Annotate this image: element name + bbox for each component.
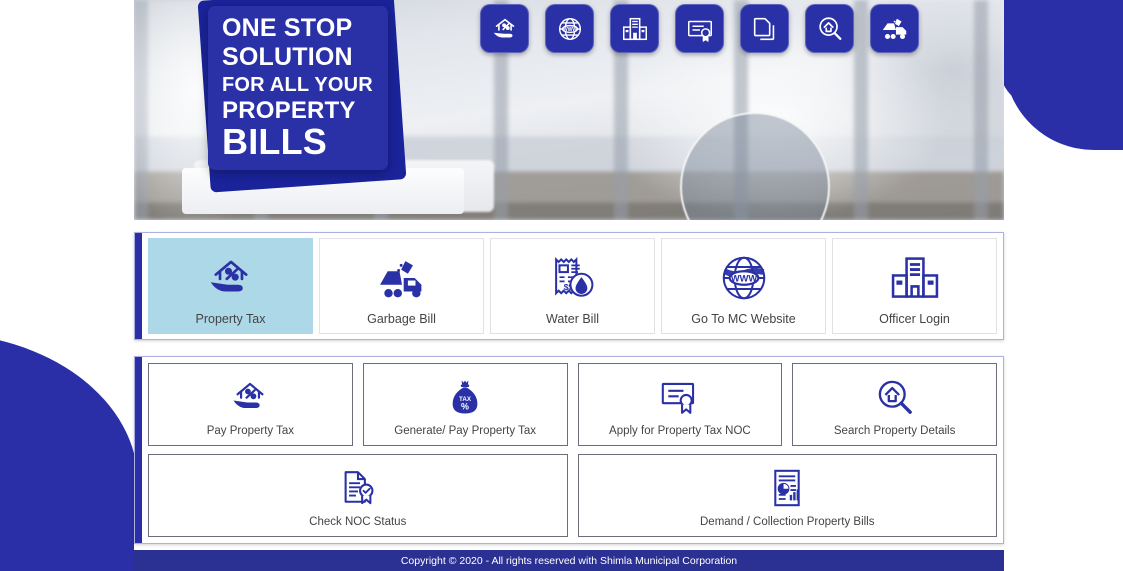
card-generate-pay-property-tax[interactable]: TAX % Generate/ Pay Property Tax [362, 363, 568, 446]
www-globe-icon: WWW [545, 4, 594, 53]
hero-banner: ONE STOP SOLUTION FOR ALL YOUR PROPERTY … [134, 0, 1004, 220]
headline-line-5: BILLS [222, 121, 327, 162]
card-label: Demand / Collection Property Bills [700, 515, 875, 528]
card-label: Pay Property Tax [206, 424, 295, 437]
headline-line-4: PROPERTY [222, 97, 356, 124]
tax-money-bag-icon: TAX % [443, 373, 487, 419]
tab-label: Water Bill [545, 311, 599, 326]
tab-go-to-mc-website[interactable]: WWW Go To MC Website [661, 238, 826, 334]
card-label: Check NOC Status [309, 515, 407, 528]
certificate-icon [675, 4, 724, 53]
water-bill-receipt-icon: $$ [546, 247, 600, 305]
tab-label: Officer Login [879, 311, 950, 326]
decorative-blob-left [0, 333, 138, 571]
decorative-blob-right [1000, 0, 1123, 150]
documents-icon [740, 4, 789, 53]
tab-label: Property Tax [195, 311, 266, 326]
search-home-icon [805, 4, 854, 53]
services-row-2: Check NOC Status Demand / Collection Pro… [148, 454, 997, 537]
certificate-icon [658, 373, 702, 419]
page-root: ONE STOP SOLUTION FOR ALL YOUR PROPERTY … [0, 0, 1123, 571]
card-label: Search Property Details [833, 424, 956, 437]
document-check-seal-icon [336, 464, 380, 510]
banner-headline-plaque: ONE STOP SOLUTION FOR ALL YOUR PROPERTY … [208, 6, 388, 170]
services-row-1: Pay Property Tax TAX % Generate/ Pay Pro… [148, 363, 997, 446]
hand-house-percent-icon [204, 247, 258, 305]
card-apply-for-property-tax-noc[interactable]: Apply for Property Tax NOC [577, 363, 783, 446]
card-search-property-details[interactable]: Search Property Details [792, 363, 997, 446]
content-wrapper: ONE STOP SOLUTION FOR ALL YOUR PROPERTY … [134, 0, 1004, 571]
footer-bar: Copyright © 2020 - All rights reserved w… [134, 550, 1004, 571]
hand-house-percent-icon [228, 373, 272, 419]
tab-officer-login[interactable]: Officer Login [832, 238, 997, 334]
building-icon [610, 4, 659, 53]
services-section: Pay Property Tax TAX % Generate/ Pay Pro… [134, 356, 1004, 544]
quick-links-section: Property Tax Garbage Bill $$ Water Bill … [134, 232, 1004, 340]
card-check-noc-status[interactable]: Check NOC Status [148, 454, 568, 537]
hand-house-percent-icon [480, 4, 529, 53]
tab-label: Go To MC Website [691, 311, 796, 326]
tab-garbage-bill[interactable]: Garbage Bill [319, 238, 484, 334]
garbage-truck-icon [870, 4, 919, 53]
card-demand-collection-property-bills[interactable]: Demand / Collection Property Bills [577, 454, 997, 537]
svg-text:%: % [461, 401, 469, 411]
quick-links-row: Property Tax Garbage Bill $$ Water Bill … [148, 238, 997, 334]
headline-line-3: FOR ALL YOUR [222, 74, 373, 96]
card-label: Apply for Property Tax NOC [609, 424, 751, 437]
tab-water-bill[interactable]: $$ Water Bill [490, 238, 655, 334]
card-label: Generate/ Pay Property Tax [394, 424, 536, 437]
svg-text:WWW: WWW [562, 26, 577, 32]
building-icon [888, 247, 942, 305]
copyright-text: Copyright © 2020 - All rights reserved w… [400, 554, 738, 567]
card-pay-property-tax[interactable]: Pay Property Tax [148, 363, 353, 446]
services-grid: Pay Property Tax TAX % Generate/ Pay Pro… [148, 363, 997, 537]
banner-icon-strip: WWW [480, 4, 919, 53]
www-globe-icon: WWW [717, 247, 771, 305]
search-home-icon [873, 373, 917, 419]
tab-label: Garbage Bill [367, 311, 436, 326]
headline-line-2: SOLUTION [222, 43, 353, 71]
headline-line-1: ONE STOP [222, 14, 353, 42]
garbage-truck-icon [375, 247, 429, 305]
svg-text:WWW: WWW [730, 273, 756, 283]
report-chart-icon [765, 464, 809, 510]
tab-property-tax[interactable]: Property Tax [148, 238, 313, 334]
